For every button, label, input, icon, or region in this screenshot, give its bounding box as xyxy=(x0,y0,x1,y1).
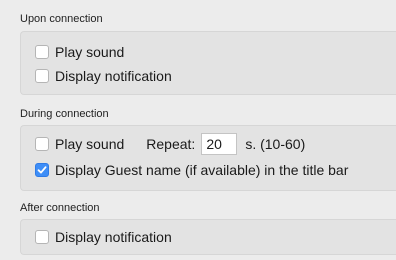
after-display-notification-checkbox[interactable] xyxy=(35,230,49,244)
after-display-notification-option[interactable]: Display notification xyxy=(35,227,172,247)
checkmark-icon xyxy=(37,166,47,174)
display-guest-name-option[interactable]: Display Guest name (if available) in the… xyxy=(35,160,348,180)
upon-display-notification-label: Display notification xyxy=(55,68,172,84)
during-play-sound-checkbox[interactable] xyxy=(35,137,49,151)
repeat-label: Repeat: xyxy=(146,136,196,152)
section-title: After connection xyxy=(20,202,100,214)
during-play-sound-label: Play sound xyxy=(55,136,125,152)
after-display-notification-label: Display notification xyxy=(55,229,172,245)
section-title: Upon connection xyxy=(20,13,103,25)
upon-display-notification-option[interactable]: Display notification xyxy=(35,66,172,86)
during-connection-panel: Play sound Repeat: s. (10-60) Display Gu… xyxy=(20,125,396,191)
upon-connection-panel: Play sound Display notification xyxy=(20,31,396,95)
repeat-units-label: s. (10-60) xyxy=(245,136,306,152)
section-header-after-connection: After connection xyxy=(0,199,396,219)
section-title: During connection xyxy=(20,108,109,120)
after-connection-panel: Display notification xyxy=(20,219,396,255)
section-header-during-connection: During connection xyxy=(0,105,396,125)
display-guest-name-checkbox[interactable] xyxy=(35,163,49,177)
upon-play-sound-label: Play sound xyxy=(55,44,125,60)
display-guest-name-label: Display Guest name (if available) in the… xyxy=(55,162,349,178)
repeat-seconds-input[interactable] xyxy=(201,133,238,155)
upon-display-notification-checkbox[interactable] xyxy=(35,69,49,83)
during-play-sound-option[interactable]: Play sound Repeat: s. (10-60) xyxy=(35,133,306,155)
upon-play-sound-checkbox[interactable] xyxy=(35,45,49,59)
upon-play-sound-option[interactable]: Play sound xyxy=(35,42,124,62)
section-header-upon-connection: Upon connection xyxy=(0,10,396,30)
